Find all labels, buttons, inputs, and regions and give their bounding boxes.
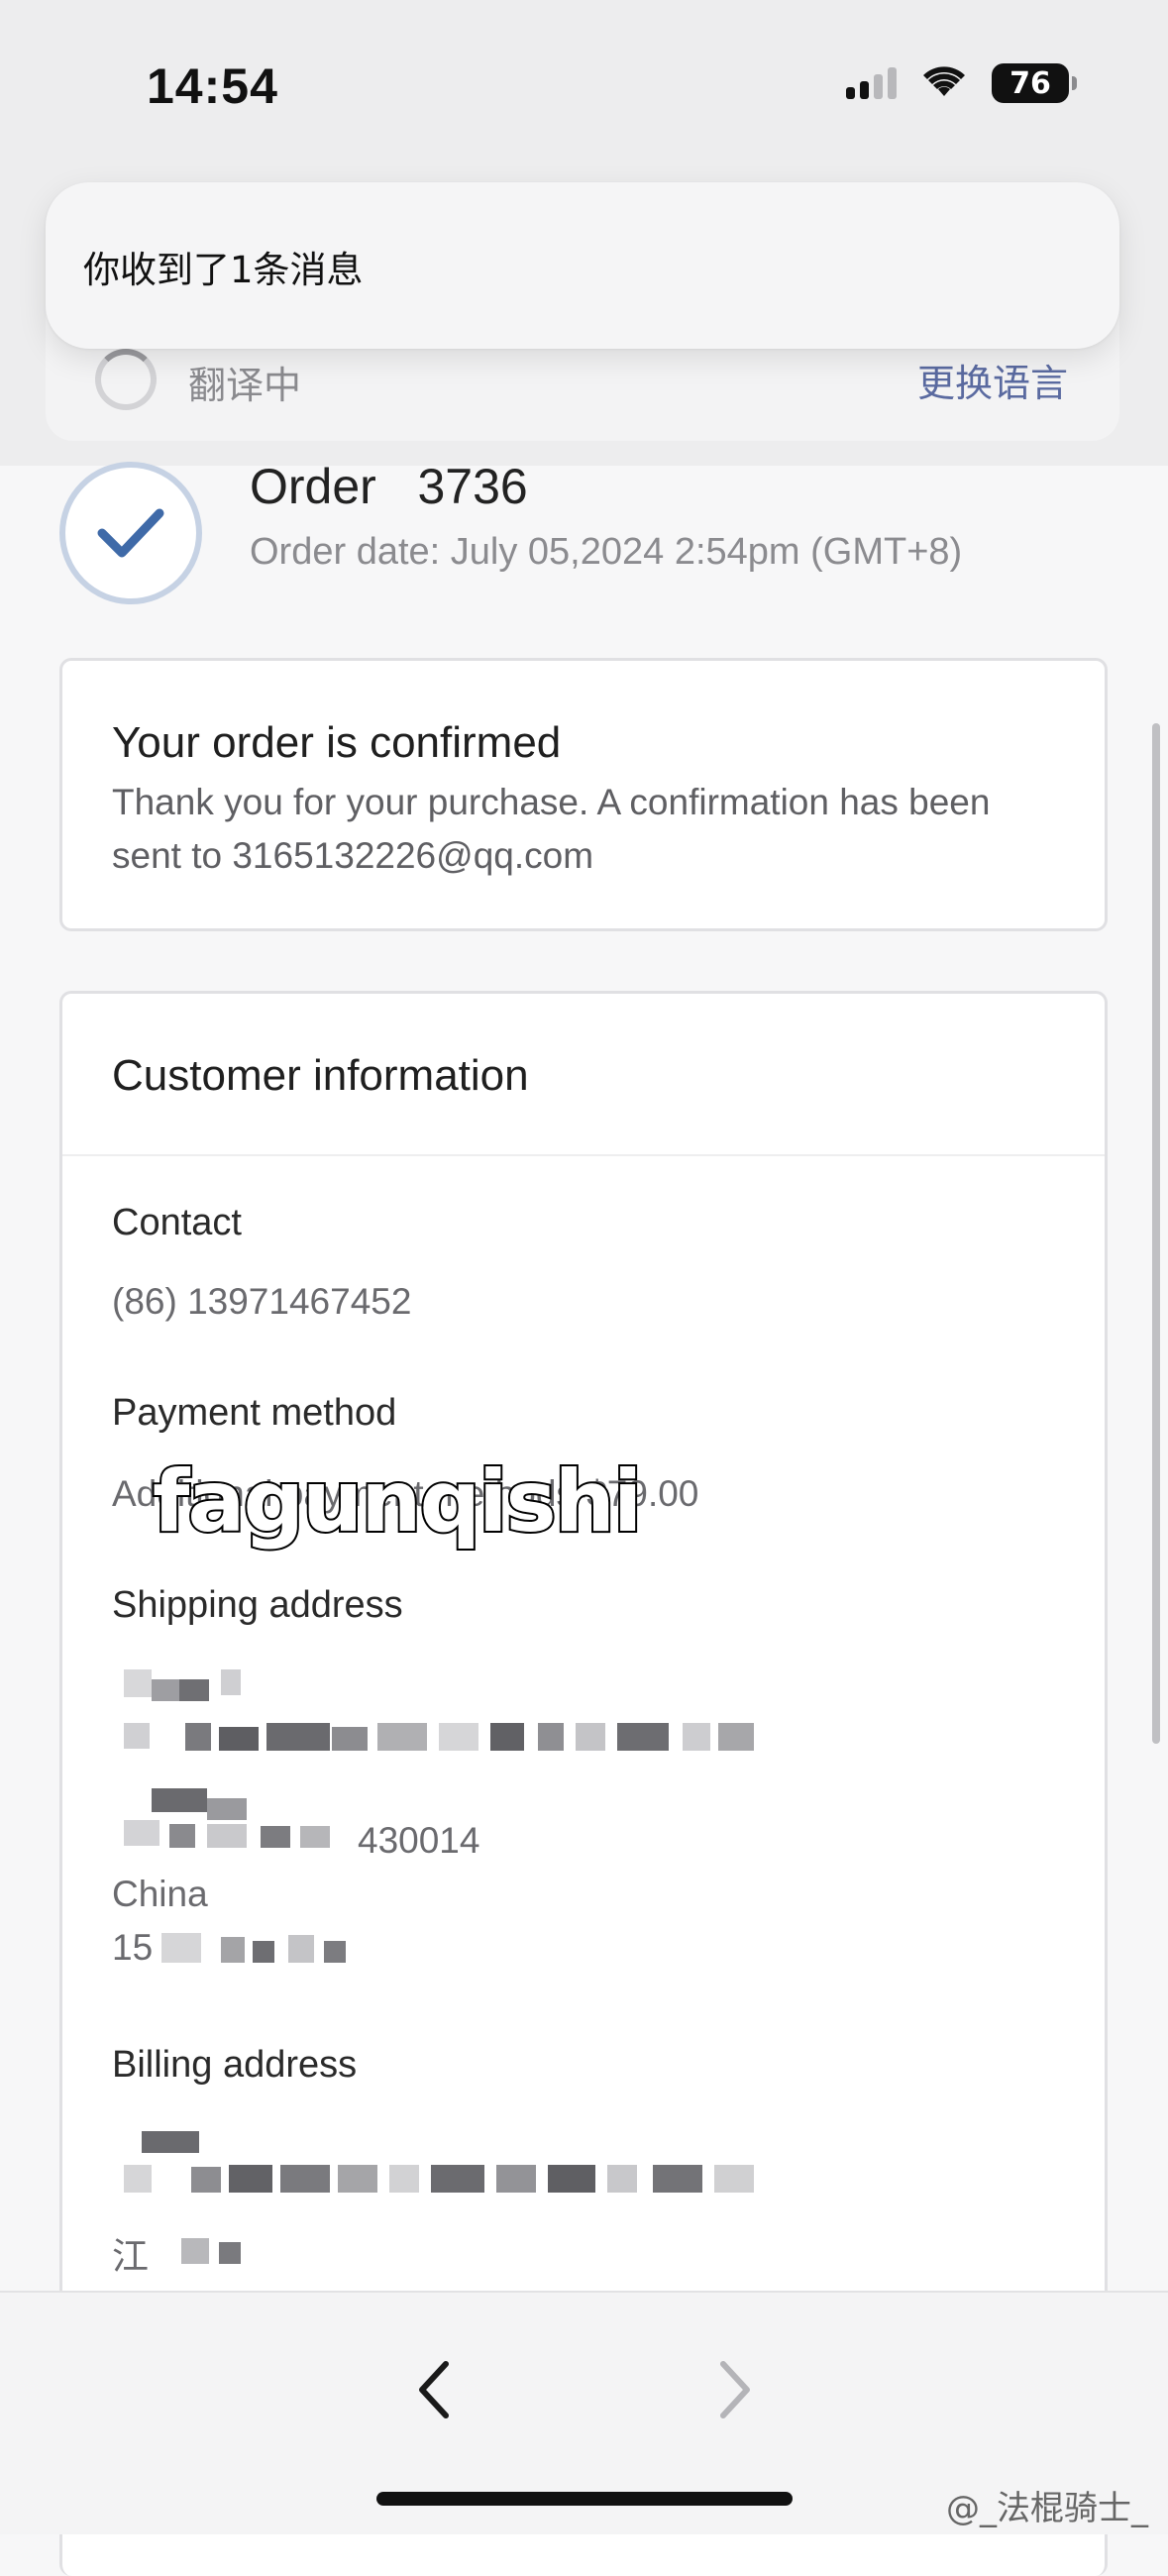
translating-status: 翻译中 — [188, 364, 302, 407]
redacted-billing-city — [161, 2234, 360, 2274]
confirmed-check-icon — [59, 462, 202, 604]
shipping-country: China — [112, 1874, 208, 1914]
chevron-right-icon — [720, 2361, 750, 2418]
confirmation-message: Thank you for your purchase. A confirmat… — [112, 782, 991, 876]
shipping-address-label: Shipping address — [112, 1584, 403, 1626]
forward-button[interactable] — [695, 2350, 775, 2429]
contact-label: Contact — [112, 1202, 242, 1243]
redacted-shipping-phone — [161, 1929, 439, 1979]
notification-banner[interactable]: 你收到了1条消息 — [46, 182, 1119, 349]
battery-icon: 76 — [992, 63, 1077, 103]
contact-value: (86) 13971467452 — [112, 1281, 412, 1322]
battery-level: 76 — [1009, 65, 1051, 101]
billing-province-fragment: 江 — [112, 2236, 149, 2277]
divider — [62, 1154, 1105, 1156]
vertical-scrollbar[interactable] — [1152, 723, 1160, 1744]
chevron-left-icon — [419, 2361, 449, 2418]
payment-method-label: Payment method — [112, 1392, 397, 1434]
cellular-signal-icon — [846, 67, 897, 99]
status-time: 14:54 — [147, 58, 278, 114]
notification-text: 你收到了1条消息 — [83, 249, 364, 291]
shipping-zip-fragment: 430014 — [358, 1820, 480, 1861]
shipping-phone-prefix: 15 — [112, 1927, 154, 1968]
order-confirmed-card: Your order is confirmed Thank you for yo… — [59, 658, 1108, 931]
wifi-icon — [923, 66, 965, 96]
browser-toolbar: @_法棍骑士_ — [0, 2291, 1168, 2534]
order-date: Order date: July 05,2024 2:54pm (GMT+8) — [250, 531, 963, 573]
source-credit: @_法棍骑士_ — [946, 2489, 1148, 2528]
redacted-billing-address — [112, 2123, 825, 2212]
change-language-link[interactable]: 更换语言 — [917, 353, 1068, 407]
status-icons: 76 — [846, 63, 1077, 103]
redacted-shipping-address — [112, 1664, 825, 1792]
watermark-overlay: fagunqishi — [151, 1450, 644, 1554]
loading-spinner-icon — [95, 349, 157, 410]
customer-info-title: Customer information — [112, 1051, 529, 1100]
confirmation-title: Your order is confirmed — [112, 718, 562, 767]
billing-address-label: Billing address — [112, 2044, 358, 2086]
back-button[interactable] — [394, 2350, 474, 2429]
home-indicator[interactable] — [376, 2492, 793, 2506]
order-title: Order 3736 — [250, 459, 528, 514]
